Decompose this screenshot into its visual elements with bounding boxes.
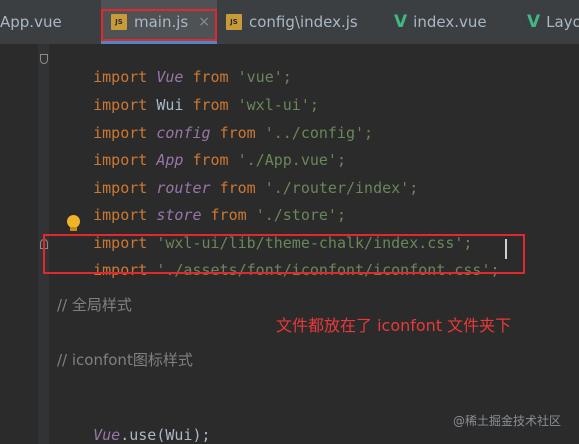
vue-file-icon: V xyxy=(394,12,408,32)
call-expression: .use(Wui); xyxy=(120,426,211,444)
vue-file-icon: V xyxy=(527,12,541,32)
comment-line: // 全局样式 xyxy=(57,296,132,314)
lightbulb-base xyxy=(70,227,77,231)
watermark: @稀土掘金技术社区 xyxy=(453,414,562,428)
editor-tab-bar: App.vue JS main.js × JS config\index.js … xyxy=(0,0,579,44)
tab-config-index-js[interactable]: JS config\index.js xyxy=(222,0,372,44)
js-file-icon: JS xyxy=(226,14,242,30)
fold-marker-icon[interactable] xyxy=(40,54,48,64)
comment-line: // iconfont图标样式 xyxy=(57,351,193,369)
annotation-text: 文件都放在了 iconfont 文件夹下 xyxy=(276,316,512,335)
code-highlight-box xyxy=(43,234,525,274)
tab-label: Layo xyxy=(546,13,579,31)
code-editor[interactable]: import Vue from 'vue'; import Wui from '… xyxy=(0,44,579,444)
code-line: Vue.use(Wui); xyxy=(57,405,211,444)
identifier: Vue xyxy=(93,426,121,444)
tab-app-vue[interactable]: App.vue xyxy=(0,0,100,44)
tab-index-vue[interactable]: V index.vue xyxy=(394,0,514,44)
tab-label: App.vue xyxy=(0,13,62,31)
tab-label: index.vue xyxy=(413,13,487,31)
tab-label: config\index.js xyxy=(249,13,358,31)
tab-highlight-box xyxy=(101,9,217,41)
tab-layout-vue[interactable]: V Layo xyxy=(527,0,579,44)
